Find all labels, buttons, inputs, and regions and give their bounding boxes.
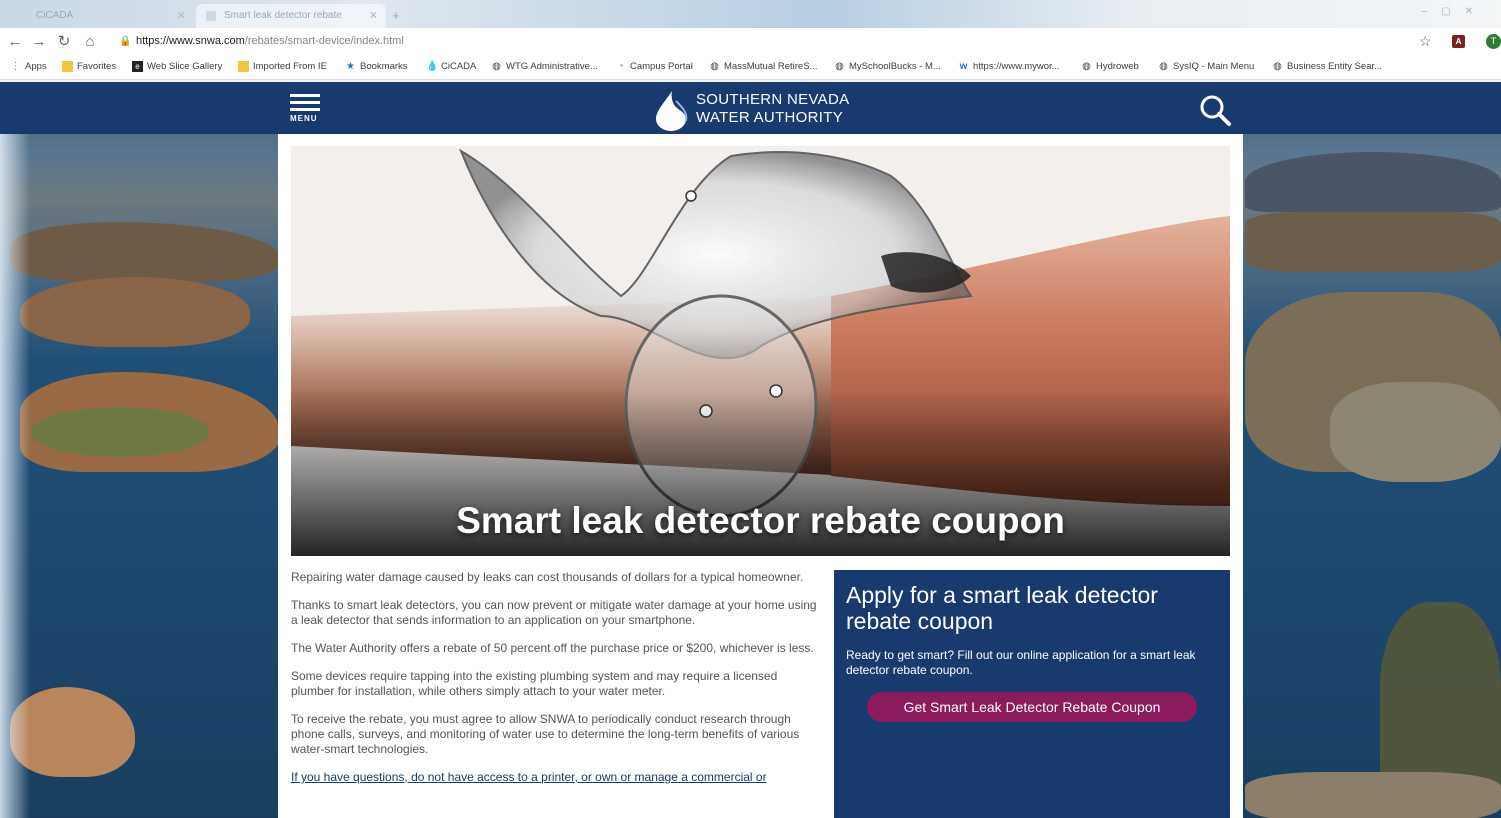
w-icon: w (959, 61, 968, 72)
star-icon: ★ (346, 61, 355, 72)
reload-icon[interactable]: ↻ (55, 33, 73, 51)
bookmark-item[interactable]: ◔ Campus Portal (615, 61, 692, 72)
browser-chrome: CiCADA ✕ Smart leak detector rebate ✕ + … (0, 0, 1501, 82)
body-paragraph: Thanks to smart leak detectors, you can … (291, 598, 817, 627)
apply-heading: Apply for a smart leak detector rebate c… (846, 582, 1158, 634)
apply-description: Ready to get smart? Fill out our online … (846, 648, 1196, 677)
site-header: MENU SOUTHERN NEVADA WATER AUTHORITY (0, 82, 1501, 134)
menu-label: MENU (290, 114, 318, 123)
bookmarks-bar: ⋮ Apps Favorites e Web Slice Gallery Impor… (0, 56, 1501, 80)
globe-icon: ◍ (492, 61, 501, 72)
web-slice-icon: e (132, 61, 143, 72)
hero-title: Smart leak detector rebate coupon (456, 500, 1065, 541)
browser-tab[interactable]: CiCADA ✕ (8, 4, 194, 28)
bookmark-item[interactable]: ◍ MassMutual RetireS... (709, 61, 817, 72)
globe-icon: ◍ (1082, 61, 1091, 72)
search-icon[interactable] (1198, 94, 1232, 128)
body-paragraph: Some devices require tapping into the ex… (291, 669, 778, 698)
hero-image: Smart leak detector rebate coupon (291, 146, 1230, 556)
address-bar[interactable]: 🔒 https://www.snwa.com/rebates/smart-dev… (110, 31, 1420, 53)
bookmark-item[interactable]: 💧 CiCADA (426, 61, 476, 72)
bookmark-item[interactable]: ★ Bookmarks (345, 61, 408, 72)
folder-icon (238, 61, 249, 72)
browser-tab-active[interactable]: Smart leak detector rebate ✕ (196, 4, 386, 28)
home-icon[interactable]: ⌂ (81, 33, 99, 51)
tab-close-icon[interactable]: ✕ (177, 9, 186, 22)
bookmark-item[interactable]: e Web Slice Gallery (132, 61, 222, 72)
body-paragraph: Repairing water damage caused by leaks c… (291, 570, 804, 584)
logo-line-1: SOUTHERN NEVADA (696, 91, 850, 108)
water-drop-logo-icon (656, 91, 688, 131)
profile-avatar[interactable]: T (1486, 34, 1501, 49)
content-card: Smart leak detector rebate coupon Repair… (278, 134, 1243, 818)
get-rebate-coupon-button[interactable]: Get Smart Leak Detector Rebate Coupon (867, 692, 1197, 722)
lock-icon: 🔒 (119, 36, 132, 47)
screen-glare (0, 82, 30, 818)
leaking-pipe-illustration (291, 146, 1230, 556)
globe-icon: ◍ (710, 61, 719, 72)
logo-text: SOUTHERN NEVADA WATER AUTHORITY (696, 91, 849, 127)
url-host: https://www.snwa.com (136, 35, 245, 47)
apply-panel: Apply for a smart leak detector rebate c… (834, 570, 1230, 818)
water-drop-icon: 💧 (426, 61, 439, 72)
questions-link[interactable]: If you have questions, do not have acces… (291, 770, 823, 785)
tab-favicon-icon (206, 11, 216, 21)
tab-title: Smart leak detector rebate (224, 10, 342, 21)
bookmark-item[interactable]: w https://www.mywor... (958, 61, 1060, 72)
bookmark-item[interactable]: ◍ Business Entity Sear... (1272, 61, 1382, 72)
globe-icon: ◍ (835, 61, 844, 72)
body-paragraph: The Water Authority offers a rebate of 5… (291, 641, 814, 655)
hamburger-icon (290, 94, 320, 97)
url-path: /rebates/smart-device/index.html (244, 35, 404, 47)
tab-favicon-icon (18, 11, 28, 21)
bookmark-star-icon[interactable]: ☆ (1419, 33, 1432, 50)
menu-button[interactable]: MENU (290, 94, 322, 126)
bookmark-item[interactable]: ◍ MySchoolBucks - M... (834, 61, 941, 72)
window-controls[interactable]: –▢✕ (1422, 6, 1487, 17)
tab-close-icon[interactable]: ✕ (369, 9, 378, 22)
tab-title: CiCADA (36, 10, 74, 21)
campus-icon: ◔ (617, 61, 624, 72)
back-arrow-icon[interactable]: ← (6, 33, 24, 51)
new-tab-icon[interactable]: + (392, 8, 400, 23)
bookmark-item[interactable]: Imported From IE (238, 61, 327, 72)
tab-strip: CiCADA ✕ Smart leak detector rebate ✕ + … (0, 0, 1501, 28)
globe-icon: ◍ (1159, 61, 1168, 72)
article-body: Repairing water damage caused by leaks c… (291, 570, 823, 798)
body-paragraph: To receive the rebate, you must agree to… (291, 712, 800, 756)
bookmark-item[interactable]: ◍ Hydroweb (1081, 61, 1139, 72)
acrobat-extension-icon[interactable]: A (1452, 35, 1465, 48)
folder-icon (62, 61, 73, 72)
forward-arrow-icon[interactable]: → (30, 33, 48, 51)
snwa-logo[interactable]: SOUTHERN NEVADA WATER AUTHORITY (652, 87, 882, 131)
bookmark-item[interactable]: Favorites (62, 61, 116, 72)
globe-icon: ◍ (1273, 61, 1282, 72)
bookmark-item[interactable]: ◍ WTG Administrative... (491, 61, 598, 72)
browser-toolbar: ← → ↻ ⌂ 🔒 https://www.snwa.com/rebates/s… (0, 28, 1501, 56)
apps-grid-icon: ⋮ (10, 61, 21, 72)
logo-line-2: WATER AUTHORITY (696, 109, 843, 126)
bookmark-item[interactable]: ◍ SysIQ - Main Menu (1158, 61, 1254, 72)
bookmark-item[interactable]: ⋮ Apps (10, 61, 47, 72)
